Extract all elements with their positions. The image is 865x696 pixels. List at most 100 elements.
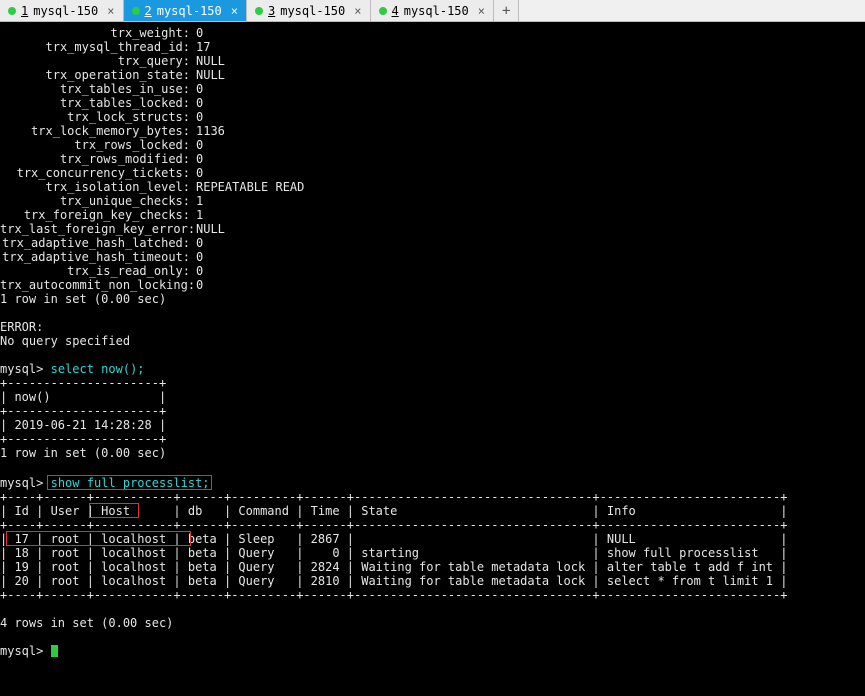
trx-field-value: NULL [190, 54, 225, 68]
trx-field-value: 0 [190, 264, 203, 278]
prompt-line: mysql> select now(); [0, 362, 865, 376]
table-row: | 20 | root | localhost | beta | Query |… [0, 574, 865, 588]
blank [0, 602, 865, 616]
trx-field-row: trx_foreign_key_checks:1 [0, 208, 865, 222]
trx-field-key: trx_unique_checks: [0, 194, 190, 208]
cursor-icon [51, 645, 58, 657]
trx-field-key: trx_isolation_level: [0, 180, 190, 194]
trx-field-row: trx_adaptive_hash_latched:0 [0, 236, 865, 250]
tab-number: 4 [392, 4, 399, 18]
trx-field-key: trx_tables_in_use: [0, 82, 190, 96]
table-row: | 19 | root | localhost | beta | Query |… [0, 560, 865, 574]
table-border: +----+------+-----------+------+--------… [0, 588, 865, 602]
tab-label: mysql-150 [280, 4, 345, 18]
trx-field-key: trx_concurrency_tickets: [0, 166, 190, 180]
prompt: mysql> [0, 362, 43, 376]
trx-field-value: 1136 [190, 124, 225, 138]
trx-field-row: trx_rows_modified:0 [0, 152, 865, 166]
trx-field-key: trx_mysql_thread_id: [0, 40, 190, 54]
table-border: +----+------+-----------+------+--------… [0, 490, 865, 504]
sql-command: show full processlist; [51, 476, 210, 490]
trx-field-value: 0 [190, 278, 203, 292]
trx-field-key: trx_lock_structs: [0, 110, 190, 124]
trx-field-value: NULL [190, 68, 225, 82]
blank [0, 460, 865, 474]
table-row: | 18 | root | localhost | beta | Query |… [0, 546, 865, 560]
prompt: mysql> [0, 476, 43, 490]
trx-field-value: 1 [190, 194, 203, 208]
tab-bar: 1 mysql-150 × 2 mysql-150 × 3 mysql-150 … [0, 0, 865, 22]
trx-field-row: trx_mysql_thread_id:17 [0, 40, 865, 54]
trx-field-row: trx_weight:0 [0, 26, 865, 40]
status-dot-icon [379, 7, 387, 15]
table-border: +---------------------+ [0, 432, 865, 446]
tab-label: mysql-150 [157, 4, 222, 18]
close-icon[interactable]: × [107, 4, 114, 18]
trx-field-key: trx_adaptive_hash_timeout: [0, 250, 190, 264]
blank [0, 306, 865, 320]
trx-field-key: trx_is_read_only: [0, 264, 190, 278]
tab-label: mysql-150 [404, 4, 469, 18]
tab-2[interactable]: 2 mysql-150 × [124, 0, 248, 21]
trx-field-value: 0 [190, 138, 203, 152]
trx-field-value: 0 [190, 152, 203, 166]
tab-3[interactable]: 3 mysql-150 × [247, 0, 371, 21]
trx-field-row: trx_is_read_only:0 [0, 264, 865, 278]
trx-field-row: trx_rows_locked:0 [0, 138, 865, 152]
table-row: | 2019-06-21 14:28:28 | [0, 418, 865, 432]
prompt-line: mysql> [0, 644, 865, 658]
status-dot-icon [8, 7, 16, 15]
trx-field-value: 0 [190, 166, 203, 180]
sql-command: select now(); [51, 362, 145, 376]
trx-field-value: 1 [190, 208, 203, 222]
table-border: +----+------+-----------+------+--------… [0, 518, 865, 532]
tab-number: 2 [145, 4, 152, 18]
tab-4[interactable]: 4 mysql-150 × [371, 0, 495, 21]
trx-field-row: trx_last_foreign_key_error:NULL [0, 222, 865, 236]
prompt: mysql> [0, 644, 43, 658]
trx-field-key: trx_operation_state: [0, 68, 190, 82]
close-icon[interactable]: × [231, 4, 238, 18]
rows-summary: 1 row in set (0.00 sec) [0, 292, 865, 306]
status-dot-icon [255, 7, 263, 15]
table-header: | now() | [0, 390, 865, 404]
table-header: | Id | User | Host | db | Command | Time… [0, 504, 865, 518]
trx-field-key: trx_autocommit_non_locking: [0, 278, 190, 292]
trx-field-key: trx_tables_locked: [0, 96, 190, 110]
tab-label: mysql-150 [33, 4, 98, 18]
trx-field-key: trx_foreign_key_checks: [0, 208, 190, 222]
add-tab-button[interactable]: + [494, 0, 519, 21]
trx-field-row: trx_operation_state:NULL [0, 68, 865, 82]
trx-field-row: trx_lock_structs:0 [0, 110, 865, 124]
trx-field-key: trx_query: [0, 54, 190, 68]
trx-field-row: trx_concurrency_tickets:0 [0, 166, 865, 180]
trx-field-value: 0 [190, 96, 203, 110]
error-label: ERROR: [0, 320, 865, 334]
trx-field-row: trx_tables_locked:0 [0, 96, 865, 110]
trx-field-row: trx_adaptive_hash_timeout:0 [0, 250, 865, 264]
trx-field-key: trx_weight: [0, 26, 190, 40]
trx-field-key: trx_adaptive_hash_latched: [0, 236, 190, 250]
rows-summary: 4 rows in set (0.00 sec) [0, 616, 865, 630]
rows-summary: 1 row in set (0.00 sec) [0, 446, 865, 460]
terminal[interactable]: trx_weight:0trx_mysql_thread_id:17trx_qu… [0, 22, 865, 696]
table-row: | 17 | root | localhost | beta | Sleep |… [0, 532, 865, 546]
close-icon[interactable]: × [478, 4, 485, 18]
blank [0, 348, 865, 362]
tab-number: 1 [21, 4, 28, 18]
blank [0, 630, 865, 644]
trx-field-value: NULL [190, 222, 225, 236]
tab-number: 3 [268, 4, 275, 18]
trx-field-value: 0 [190, 26, 203, 40]
table-border: +---------------------+ [0, 376, 865, 390]
trx-field-value: 0 [190, 236, 203, 250]
trx-field-key: trx_last_foreign_key_error: [0, 222, 190, 236]
tab-1[interactable]: 1 mysql-150 × [0, 0, 124, 21]
trx-field-key: trx_rows_modified: [0, 152, 190, 166]
trx-field-value: 0 [190, 110, 203, 124]
trx-field-value: 0 [190, 82, 203, 96]
table-border: +---------------------+ [0, 404, 865, 418]
trx-field-row: trx_tables_in_use:0 [0, 82, 865, 96]
trx-field-row: trx_query:NULL [0, 54, 865, 68]
close-icon[interactable]: × [354, 4, 361, 18]
